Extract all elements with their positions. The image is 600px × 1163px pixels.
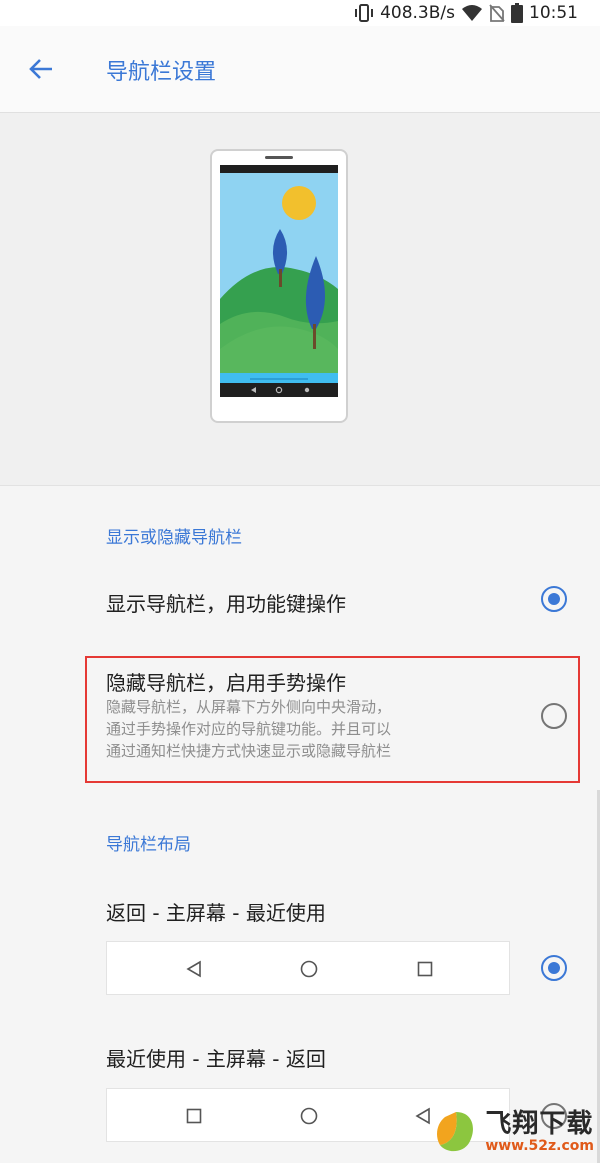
no-sim-icon	[489, 4, 505, 22]
watermark-text: 飞翔下载 www.52z.com	[485, 1110, 594, 1154]
clock: 10:51	[529, 3, 578, 23]
section-header-visibility: 显示或隐藏导航栏	[106, 528, 242, 548]
section-header-layout: 导航栏布局	[106, 835, 191, 855]
status-bar: 408.3B/s 10:51	[0, 0, 600, 26]
navbar-layout-preview-1[interactable]	[106, 941, 510, 995]
option-show-navbar[interactable]: 显示导航栏，用功能键操作	[106, 588, 346, 617]
arrow-left-icon	[29, 59, 52, 79]
watermark-title: 飞翔下载	[485, 1109, 594, 1139]
phone-illustration	[210, 149, 348, 423]
radio-layout-1[interactable]	[541, 955, 567, 981]
recents-icon	[186, 1108, 202, 1124]
page-title: 导航栏设置	[106, 60, 217, 85]
wifi-icon	[461, 4, 483, 22]
option-hide-navbar[interactable]: 隐藏导航栏，启用手势操作	[106, 667, 346, 696]
home-icon	[300, 1107, 318, 1125]
battery-icon	[511, 3, 523, 23]
watermark-url: www.52z.com	[485, 1138, 594, 1154]
site-watermark: 飞翔下载 www.52z.com	[433, 1109, 594, 1155]
radio-show-navbar[interactable]	[541, 586, 567, 612]
back-button[interactable]	[26, 54, 56, 84]
back-icon	[415, 1107, 430, 1125]
description-line: 通过通知栏快捷方式快速显示或隐藏导航栏	[106, 742, 392, 760]
option-layout-back-home-recents[interactable]: 返回 - 主屏幕 - 最近使用	[106, 897, 326, 926]
description-line: 通过手势操作对应的导航键功能。并且可以	[106, 720, 392, 738]
option-hide-navbar-description: 隐藏导航栏，从屏幕下方外侧向中央滑动， 通过手势操作对应的导航键功能。并且可以 …	[106, 696, 391, 762]
watermark-logo-icon	[437, 1112, 474, 1152]
option-layout-recents-home-back[interactable]: 最近使用 - 主屏幕 - 返回	[106, 1043, 326, 1072]
description-line: 隐藏导航栏，从屏幕下方外侧向中央滑动，	[106, 698, 392, 716]
recents-icon	[417, 961, 433, 977]
app-bar: 导航栏设置	[0, 26, 600, 113]
network-speed: 408.3B/s	[380, 3, 455, 23]
radio-hide-navbar[interactable]	[541, 703, 567, 729]
vibrate-icon	[354, 4, 374, 22]
status-icons: 408.3B/s 10:51	[354, 2, 578, 24]
home-icon	[300, 960, 318, 978]
navbar-preview-area	[0, 113, 600, 486]
back-icon	[186, 960, 201, 978]
